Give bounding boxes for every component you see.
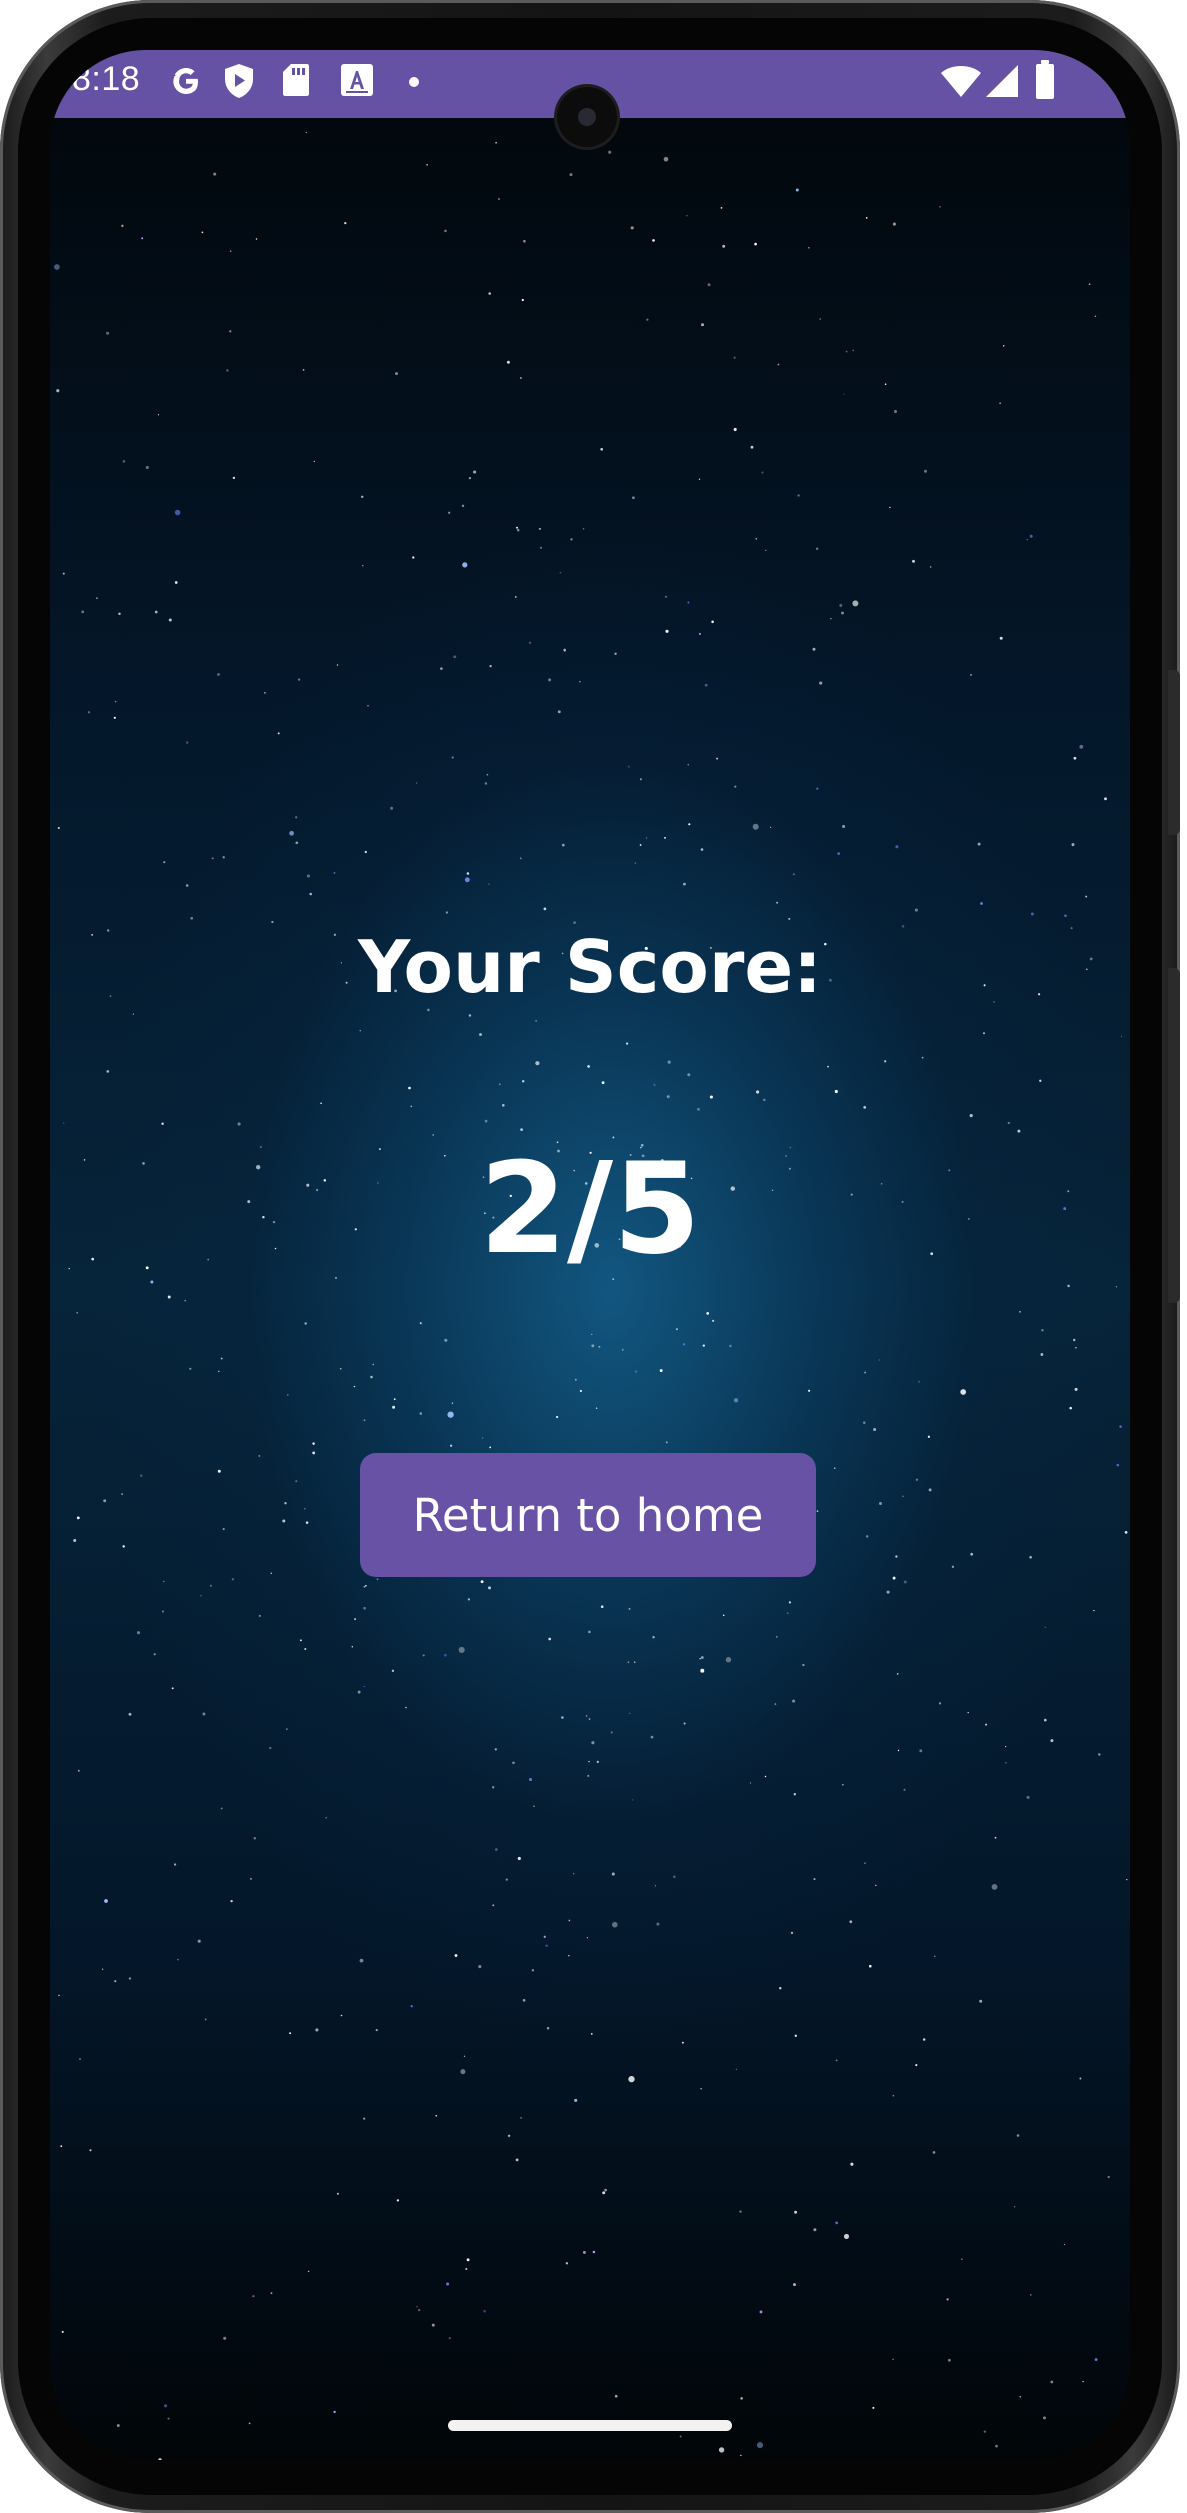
wifi-icon xyxy=(941,66,981,97)
return-home-button[interactable]: Return to home xyxy=(360,1453,816,1577)
front-camera xyxy=(557,87,617,147)
score-title: Your Score: xyxy=(358,925,822,1009)
return-home-label: Return to home xyxy=(412,1488,764,1542)
sd-card-icon xyxy=(283,64,309,96)
google-icon xyxy=(173,68,198,94)
score-value: 2/5 xyxy=(479,1135,701,1282)
stars xyxy=(54,120,1128,2460)
dot-icon xyxy=(409,77,419,87)
shield-play-icon xyxy=(225,64,253,98)
signal-icon xyxy=(986,65,1018,97)
power-button xyxy=(1168,968,1180,1303)
text-a-icon xyxy=(341,64,373,96)
starfield-background xyxy=(50,118,1130,2460)
phone-frame: 8:18 Your Score: 2/5 Return to home xyxy=(0,0,1180,2513)
battery-icon xyxy=(1036,60,1054,99)
status-time: 8:18 xyxy=(72,60,141,98)
screen: 8:18 Your Score: 2/5 Return to home xyxy=(50,50,1130,2460)
volume-button xyxy=(1168,670,1180,835)
gesture-nav-handle[interactable] xyxy=(448,2420,732,2431)
